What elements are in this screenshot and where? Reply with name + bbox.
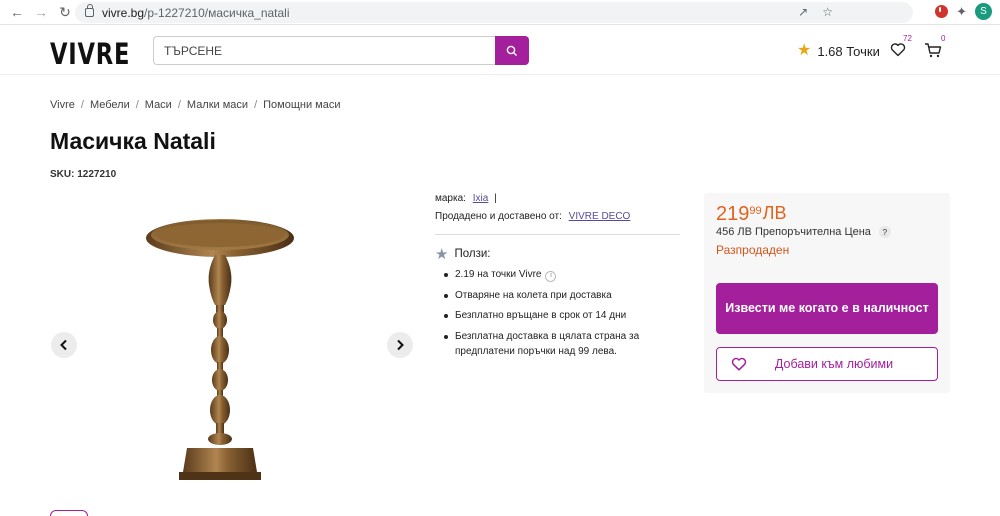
help-icon[interactable]: ? [878, 226, 891, 238]
search-input[interactable] [153, 36, 495, 65]
breadcrumb-separator: / [135, 99, 139, 111]
breadcrumb-separator: / [254, 99, 258, 111]
wishlist-button[interactable]: 72 [890, 34, 912, 62]
breadcrumb: Vivre / Мебели / Маси / Малки маси / Помощни… [50, 99, 341, 111]
notify-when-available-button[interactable]: Извести ме когато е в наличност [716, 283, 938, 334]
cart-icon [925, 43, 942, 58]
heart-icon [890, 43, 906, 57]
gallery-thumbnail[interactable] [50, 510, 88, 516]
brand-row: марка: Ixia | [435, 193, 685, 204]
stock-status: Разпродаден [716, 243, 790, 257]
brand-suffix: | [494, 193, 497, 204]
gallery-prev-button[interactable] [51, 332, 77, 358]
url-path: /p-1227210/масичка_natali [144, 5, 290, 20]
rrp-text: 456 ЛВ Препоръчителна Цена [716, 226, 871, 238]
list-item: Безплатна доставка в цялата страна за пр… [444, 329, 685, 360]
price: 219 99 ЛВ [716, 203, 786, 226]
recommended-price: 456 ЛВ Препоръчителна Цена ? [716, 226, 891, 238]
url-host: vivre.bg [102, 5, 145, 20]
cart-button[interactable]: 0 [924, 34, 945, 63]
info-icon[interactable]: i [545, 270, 557, 282]
forward-icon[interactable]: → [30, 1, 52, 23]
price-cents: 99 [749, 205, 762, 217]
product-sku: SKU: 1227210 [50, 169, 117, 180]
breadcrumb-item[interactable]: Vivre [50, 99, 75, 111]
search-icon [506, 45, 517, 56]
heart-icon [731, 357, 751, 371]
add-to-favorites-button[interactable]: Добави към любими [716, 347, 938, 381]
extensions-puzzle-icon[interactable]: ✦ [956, 4, 967, 20]
product-title: Масичка Natali [50, 128, 216, 154]
price-currency: ЛВ [762, 203, 787, 223]
search-button[interactable] [495, 36, 529, 65]
opera-extension-icon[interactable] [935, 5, 949, 18]
wishlist-count: 72 [903, 34, 912, 43]
price-main: 219 [716, 203, 750, 225]
share-icon[interactable]: ↗ [798, 5, 808, 19]
brand-link[interactable]: Ixia [473, 193, 489, 204]
browser-toolbar: ← → ↻ vivre.bg/p-1227210/масичка_natali … [0, 0, 1000, 25]
points-label: 1.68 Точки [817, 43, 880, 59]
bookmark-star-icon[interactable]: ☆ [822, 5, 833, 19]
profile-avatar[interactable]: S [975, 3, 992, 20]
chevron-left-icon [60, 339, 67, 351]
product-gallery [50, 190, 413, 510]
site-logo[interactable]: VIVRE [50, 37, 130, 71]
list-item: Безплатно връщане в срок от 14 дни [444, 308, 685, 324]
brand-label: марка: [435, 193, 466, 204]
site-header: VIVRE ★ 1.68 Точки 72 0 [0, 25, 1000, 75]
divider [435, 234, 680, 235]
chevron-right-icon [397, 339, 404, 351]
cart-count: 0 [941, 34, 946, 43]
lock-icon [85, 4, 94, 17]
reload-icon[interactable]: ↻ [54, 1, 76, 23]
star-icon: ★ [435, 246, 449, 263]
benefits-heading: ★ Ползи: [435, 245, 685, 263]
favorites-label: Добави към любими [774, 357, 894, 371]
breadcrumb-item[interactable]: Маси [145, 99, 172, 111]
benefits-title: Ползи: [454, 248, 491, 260]
gallery-next-button[interactable] [387, 332, 413, 358]
list-item: Отваряне на колета при доставка [444, 288, 685, 304]
price-box: 219 99 ЛВ 456 ЛВ Препоръчителна Цена ? Р… [704, 193, 950, 393]
product-info: марка: Ixia | Продадено и доставено от: … [435, 193, 685, 365]
back-icon[interactable]: ← [6, 1, 28, 23]
breadcrumb-item[interactable]: Помощни маси [263, 99, 340, 111]
seller-row: Продадено и доставено от: VIVRE DECO [435, 211, 685, 222]
breadcrumb-separator: / [177, 99, 181, 111]
list-item: 2.19 на точки Vivre i [444, 267, 685, 283]
address-bar[interactable]: vivre.bg/p-1227210/масичка_natali ↗ ☆ [75, 2, 913, 23]
seller-label: Продадено и доставено от: [435, 211, 562, 222]
seller-link[interactable]: VIVRE DECO [569, 211, 631, 222]
breadcrumb-item[interactable]: Малки маси [187, 99, 248, 111]
star-icon: ★ [797, 42, 812, 59]
breadcrumb-item[interactable]: Мебели [90, 99, 130, 111]
breadcrumb-separator: / [80, 99, 84, 111]
benefits-list: 2.19 на точки Vivre i Отваряне на колета … [435, 267, 685, 360]
search-bar [153, 36, 529, 65]
loyalty-points[interactable]: ★ 1.68 Точки [797, 43, 880, 59]
product-image[interactable] [145, 210, 295, 485]
